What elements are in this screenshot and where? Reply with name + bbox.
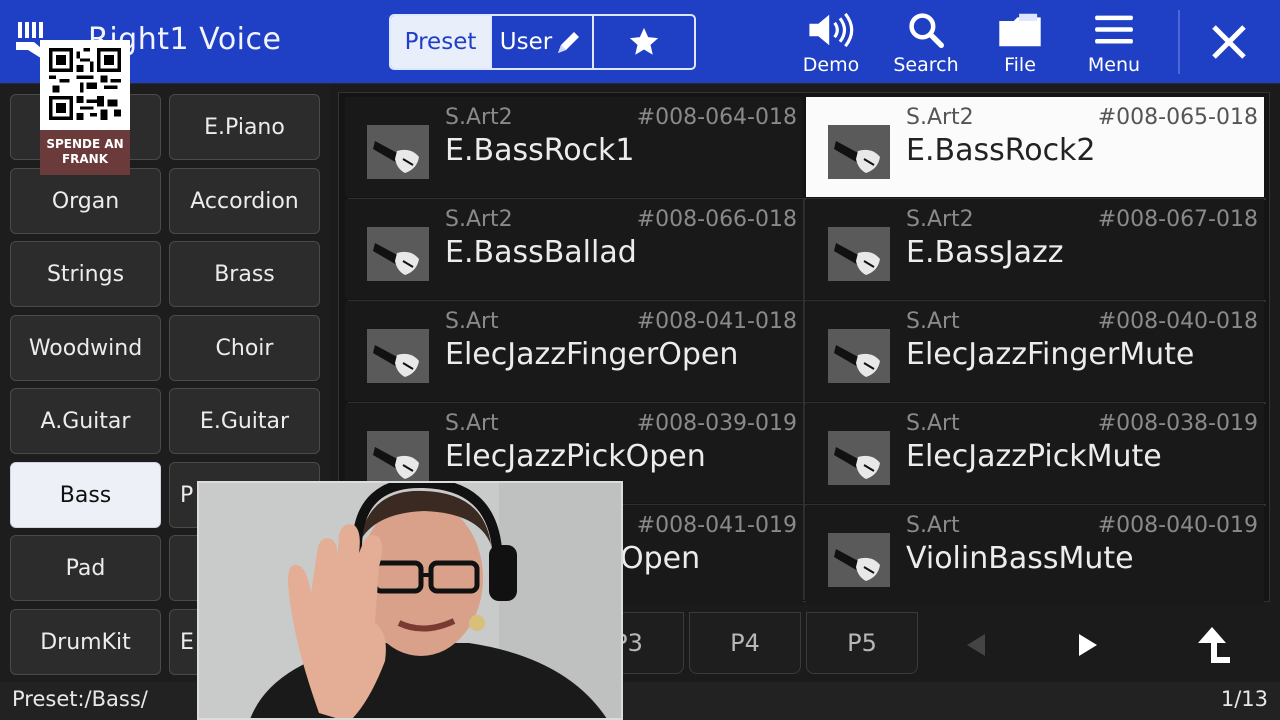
voice-item[interactable]: S.Art #008-040-019 ViolinBassMute (806, 505, 1264, 605)
voice-name: E.BassRock2 (906, 133, 1096, 168)
voice-number: #008-039-019 (636, 411, 797, 436)
category-woodwind[interactable]: Woodwind (10, 315, 161, 381)
webcam-overlay (197, 481, 623, 720)
category-a-guitar[interactable]: A.Guitar (10, 388, 161, 454)
donation-qr-badge[interactable]: SPENDE AN FRANK (40, 40, 130, 175)
category-accordion[interactable]: Accordion (169, 168, 320, 234)
voice-number: #008-038-019 (1097, 411, 1258, 436)
file-label: File (1004, 54, 1036, 76)
demo-label: Demo (802, 54, 860, 76)
voice-item[interactable]: S.Art2 #008-065-018 E.BassRock2 (806, 97, 1264, 197)
voice-category: S.Art (445, 309, 499, 334)
folder-icon (999, 13, 1041, 47)
voice-category: S.Art2 (445, 105, 513, 130)
speaker-icon (809, 12, 854, 48)
voice-item[interactable]: S.Art2 #008-067-018 E.BassJazz (806, 199, 1264, 299)
category-e-piano[interactable]: E.Piano (169, 94, 320, 160)
voice-category: S.Art (906, 309, 960, 334)
voice-item[interactable]: S.Art2 #008-066-018 E.BassBallad (345, 199, 803, 299)
bass-guitar-icon (828, 431, 890, 485)
voice-source-tabs: Preset User (389, 14, 696, 70)
bass-guitar-icon (828, 227, 890, 281)
search-label: Search (893, 54, 959, 76)
voice-category: S.Art (906, 513, 960, 538)
parent-folder-button[interactable] (1182, 620, 1242, 670)
prev-page-button[interactable] (946, 620, 1006, 670)
voice-number: #008-041-018 (636, 309, 797, 334)
header-divider (1178, 10, 1180, 74)
voice-number: #008-066-018 (636, 207, 797, 232)
category-drumkit[interactable]: DrumKit (10, 609, 161, 675)
voice-category: S.Art (445, 411, 499, 436)
voice-name: ElecJazzFingerMute (906, 337, 1195, 372)
voice-name: E.BassJazz (906, 235, 1064, 270)
voice-number: #008-065-018 (1097, 105, 1258, 130)
bass-guitar-icon (367, 227, 429, 281)
hamburger-menu-icon (1095, 15, 1133, 44)
bass-guitar-icon (828, 329, 890, 383)
bass-guitar-icon (367, 431, 429, 485)
page-indicator: 1/13 (1220, 687, 1268, 711)
category-strings[interactable]: Strings (10, 241, 161, 307)
category-e-guitar[interactable]: E.Guitar (169, 388, 320, 454)
category-organ[interactable]: Organ (10, 168, 161, 234)
page-tab-p4[interactable]: P4 (689, 612, 801, 674)
menu-label: Menu (1087, 54, 1141, 76)
demo-button[interactable]: Demo (793, 12, 869, 76)
tab-favorite[interactable] (594, 16, 694, 68)
search-icon (909, 13, 944, 48)
bass-guitar-icon (367, 329, 429, 383)
tab-user-label: User (499, 29, 553, 55)
tab-user[interactable]: User (492, 16, 594, 68)
close-icon (1212, 25, 1246, 59)
triangle-right-icon (1079, 634, 1097, 656)
voice-number: #008-064-018 (636, 105, 797, 130)
star-icon (629, 27, 659, 55)
voice-name: E.BassBallad (445, 235, 637, 270)
bass-guitar-icon (367, 125, 429, 179)
voice-number: #008-041-019 (636, 513, 797, 538)
column-divider (803, 200, 805, 600)
voice-number: #008-040-018 (1097, 309, 1258, 334)
close-button[interactable] (1200, 18, 1258, 66)
triangle-left-icon (967, 634, 985, 656)
bass-guitar-icon (828, 125, 890, 179)
voice-name: Open (620, 541, 701, 576)
qr-code-icon (49, 48, 121, 120)
header-bar: Right1 Voice Preset User Demo Search Fil… (0, 0, 1280, 84)
bass-guitar-icon (828, 533, 890, 587)
voice-category: S.Art2 (906, 105, 974, 130)
voice-name: ElecJazzPickOpen (445, 439, 706, 474)
voice-name: ElecJazzFingerOpen (445, 337, 739, 372)
category-brass[interactable]: Brass (169, 241, 320, 307)
tab-preset[interactable]: Preset (391, 16, 492, 68)
voice-item[interactable]: S.Art #008-040-018 ElecJazzFingerMute (806, 301, 1264, 401)
presenter-video-image (199, 483, 621, 718)
status-bar: Preset:/Bass/ 1/13 (0, 682, 1280, 720)
menu-button[interactable]: Menu (1076, 12, 1152, 76)
file-button[interactable]: File (982, 12, 1058, 76)
pencil-icon (558, 32, 580, 53)
donation-label: SPENDE AN FRANK (40, 130, 130, 175)
voice-category: S.Art2 (445, 207, 513, 232)
up-arrow-icon (1198, 627, 1230, 663)
voice-number: #008-040-019 (1097, 513, 1258, 538)
voice-name: E.BassRock1 (445, 133, 635, 168)
voice-name: ViolinBassMute (906, 541, 1134, 576)
voice-item[interactable]: S.Art #008-041-018 ElecJazzFingerOpen (345, 301, 803, 401)
category-choir[interactable]: Choir (169, 315, 320, 381)
voice-category: S.Art2 (906, 207, 974, 232)
category-bass[interactable]: Bass (10, 462, 161, 528)
category-pad[interactable]: Pad (10, 535, 161, 601)
next-page-button[interactable] (1058, 620, 1118, 670)
voice-item[interactable]: S.Art2 #008-064-018 E.BassRock1 (345, 97, 803, 197)
search-button[interactable]: Search (888, 12, 964, 76)
page-tab-p5[interactable]: P5 (806, 612, 918, 674)
folder-path: Preset:/Bass/ (12, 687, 148, 711)
voice-category: S.Art (906, 411, 960, 436)
voice-item[interactable]: S.Art #008-038-019 ElecJazzPickMute (806, 403, 1264, 503)
voice-name: ElecJazzPickMute (906, 439, 1162, 474)
voice-number: #008-067-018 (1097, 207, 1258, 232)
